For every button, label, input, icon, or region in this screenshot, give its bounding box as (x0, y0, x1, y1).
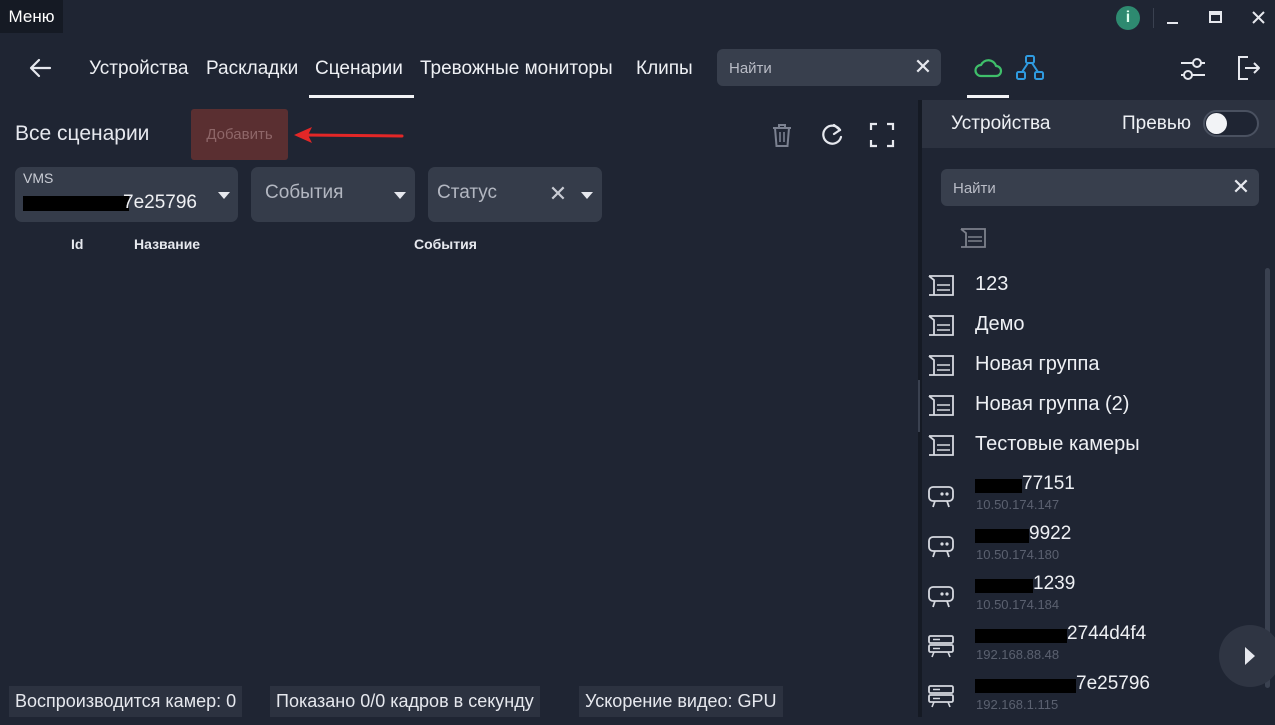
tab-clips[interactable]: Клипы (636, 56, 693, 82)
chevron-down-icon (394, 192, 406, 199)
close-window-button[interactable] (1244, 4, 1272, 32)
server-ip: 192.168.88.48 (976, 647, 1060, 662)
minimize-button[interactable] (1158, 4, 1186, 32)
preview-label: Превью (1122, 113, 1192, 134)
folder-group-icon[interactable] (958, 224, 988, 250)
server-icon (928, 685, 954, 708)
trash-icon[interactable] (769, 121, 795, 149)
page-title: Все сценарии (15, 122, 150, 145)
devices-panel-title: Устройства (951, 113, 1051, 134)
redacted-block (975, 579, 1033, 593)
devices-search-clear-icon[interactable]: ✕ (1231, 176, 1251, 198)
status-clear-icon[interactable]: ✕ (548, 183, 568, 205)
status-frames-per-second: Показано 0/0 кадров в секунду (270, 686, 540, 717)
add-scenario-button[interactable]: Добавить (191, 109, 288, 160)
camera-icon (928, 486, 954, 508)
active-tab-indicator (309, 95, 414, 98)
camera-ip: 10.50.174.180 (976, 547, 1060, 562)
camera-icon (928, 536, 954, 558)
nav-search-clear-icon[interactable]: ✕ (913, 56, 933, 78)
device-group-item[interactable]: 123 (922, 265, 1262, 305)
nav-search-box: ✕ (717, 49, 941, 88)
camera-ip: 10.50.174.184 (976, 597, 1060, 612)
device-group-label: 123 (975, 273, 1009, 295)
settings-sliders-icon[interactable] (1178, 55, 1208, 83)
device-group-item[interactable]: Тестовые камеры (922, 425, 1262, 465)
redacted-block (975, 679, 1076, 693)
chevron-down-icon (581, 192, 593, 199)
redacted-block (23, 196, 129, 211)
toggle-knob (1206, 113, 1227, 134)
events-filter-select[interactable]: События (251, 167, 415, 222)
server-item[interactable]: 7e25796 192.168.1.115 (922, 673, 1262, 725)
redacted-block (975, 479, 1022, 493)
devices-search-input[interactable] (951, 169, 1225, 208)
server-icon (928, 635, 954, 658)
status-filter-select[interactable]: Статус ✕ (428, 167, 602, 222)
column-header-events[interactable]: События (414, 236, 477, 252)
titlebar-divider (1153, 8, 1154, 28)
cloud-tab-indicator (967, 95, 1009, 98)
redacted-block (975, 529, 1029, 543)
fullscreen-icon[interactable] (868, 121, 896, 149)
camera-name: 9922 (1029, 523, 1072, 544)
device-group-item[interactable]: Новая группа (2) (922, 385, 1262, 425)
preview-toggle[interactable] (1203, 110, 1259, 137)
status-video-acceleration: Ускорение видео: GPU (579, 686, 783, 717)
logout-icon[interactable] (1234, 54, 1262, 82)
chevron-down-icon (218, 192, 230, 199)
tab-alarm-monitors[interactable]: Тревожные мониторы (420, 56, 613, 82)
camera-item[interactable]: 77151 10.50.174.147 (922, 473, 1262, 525)
cloud-icon[interactable] (972, 55, 1004, 81)
device-group-label: Новая группа (975, 353, 1100, 375)
column-header-id[interactable]: Id (71, 236, 83, 252)
nav-search-input[interactable] (727, 49, 911, 88)
vms-filter-select[interactable]: VMS 7e25796 (15, 167, 238, 222)
folder-group-icon (928, 275, 954, 296)
refresh-icon[interactable] (818, 121, 846, 149)
splitter-grip[interactable] (918, 380, 920, 432)
maximize-button[interactable] (1201, 4, 1229, 32)
status-playing-cameras: Воспроизводится камер: 0 (9, 686, 243, 717)
device-group-label: Новая группа (2) (975, 393, 1130, 415)
back-arrow-icon[interactable] (26, 54, 56, 82)
camera-icon (928, 586, 954, 608)
devices-scrollbar[interactable] (1265, 268, 1270, 688)
info-icon[interactable]: i (1116, 6, 1140, 30)
minimize-icon (1167, 22, 1178, 24)
server-name: 7e25796 (1076, 673, 1150, 694)
tab-devices[interactable]: Устройства (89, 56, 188, 82)
network-icon[interactable] (1015, 54, 1045, 82)
chevron-right-icon (1245, 647, 1255, 665)
events-filter-label: События (265, 182, 344, 203)
camera-item[interactable]: 9922 10.50.174.180 (922, 523, 1262, 575)
maximize-icon (1209, 11, 1222, 23)
camera-ip: 10.50.174.147 (976, 497, 1060, 512)
menu-button[interactable]: Меню (0, 0, 63, 33)
device-group-label: Демо (975, 313, 1025, 335)
vms-filter-label: VMS (23, 170, 54, 186)
red-arrow-annotation-icon (290, 122, 408, 148)
device-group-label: Тестовые камеры (975, 433, 1140, 455)
redacted-block (975, 629, 1067, 643)
tab-layouts[interactable]: Раскладки (206, 56, 298, 82)
server-ip: 192.168.1.115 (976, 697, 1059, 712)
folder-group-icon (928, 315, 954, 336)
status-filter-label: Статус (437, 182, 498, 203)
server-name: 2744d4f4 (1067, 623, 1147, 644)
device-group-item[interactable]: Демо (922, 305, 1262, 345)
camera-name: 77151 (1022, 473, 1075, 494)
camera-name: 1239 (1033, 573, 1076, 594)
devices-search-box: ✕ (941, 169, 1259, 208)
tab-scenarios[interactable]: Сценарии (315, 56, 403, 82)
device-group-item[interactable]: Новая группа (922, 345, 1262, 385)
column-header-name[interactable]: Название (134, 236, 200, 252)
folder-group-icon (928, 435, 954, 456)
camera-item[interactable]: 1239 10.50.174.184 (922, 573, 1262, 625)
vms-filter-value: 7e25796 (123, 192, 197, 213)
folder-group-icon (928, 395, 954, 416)
server-item[interactable]: 2744d4f4 192.168.88.48 (922, 623, 1262, 675)
close-icon (1252, 11, 1265, 24)
folder-group-icon (928, 355, 954, 376)
